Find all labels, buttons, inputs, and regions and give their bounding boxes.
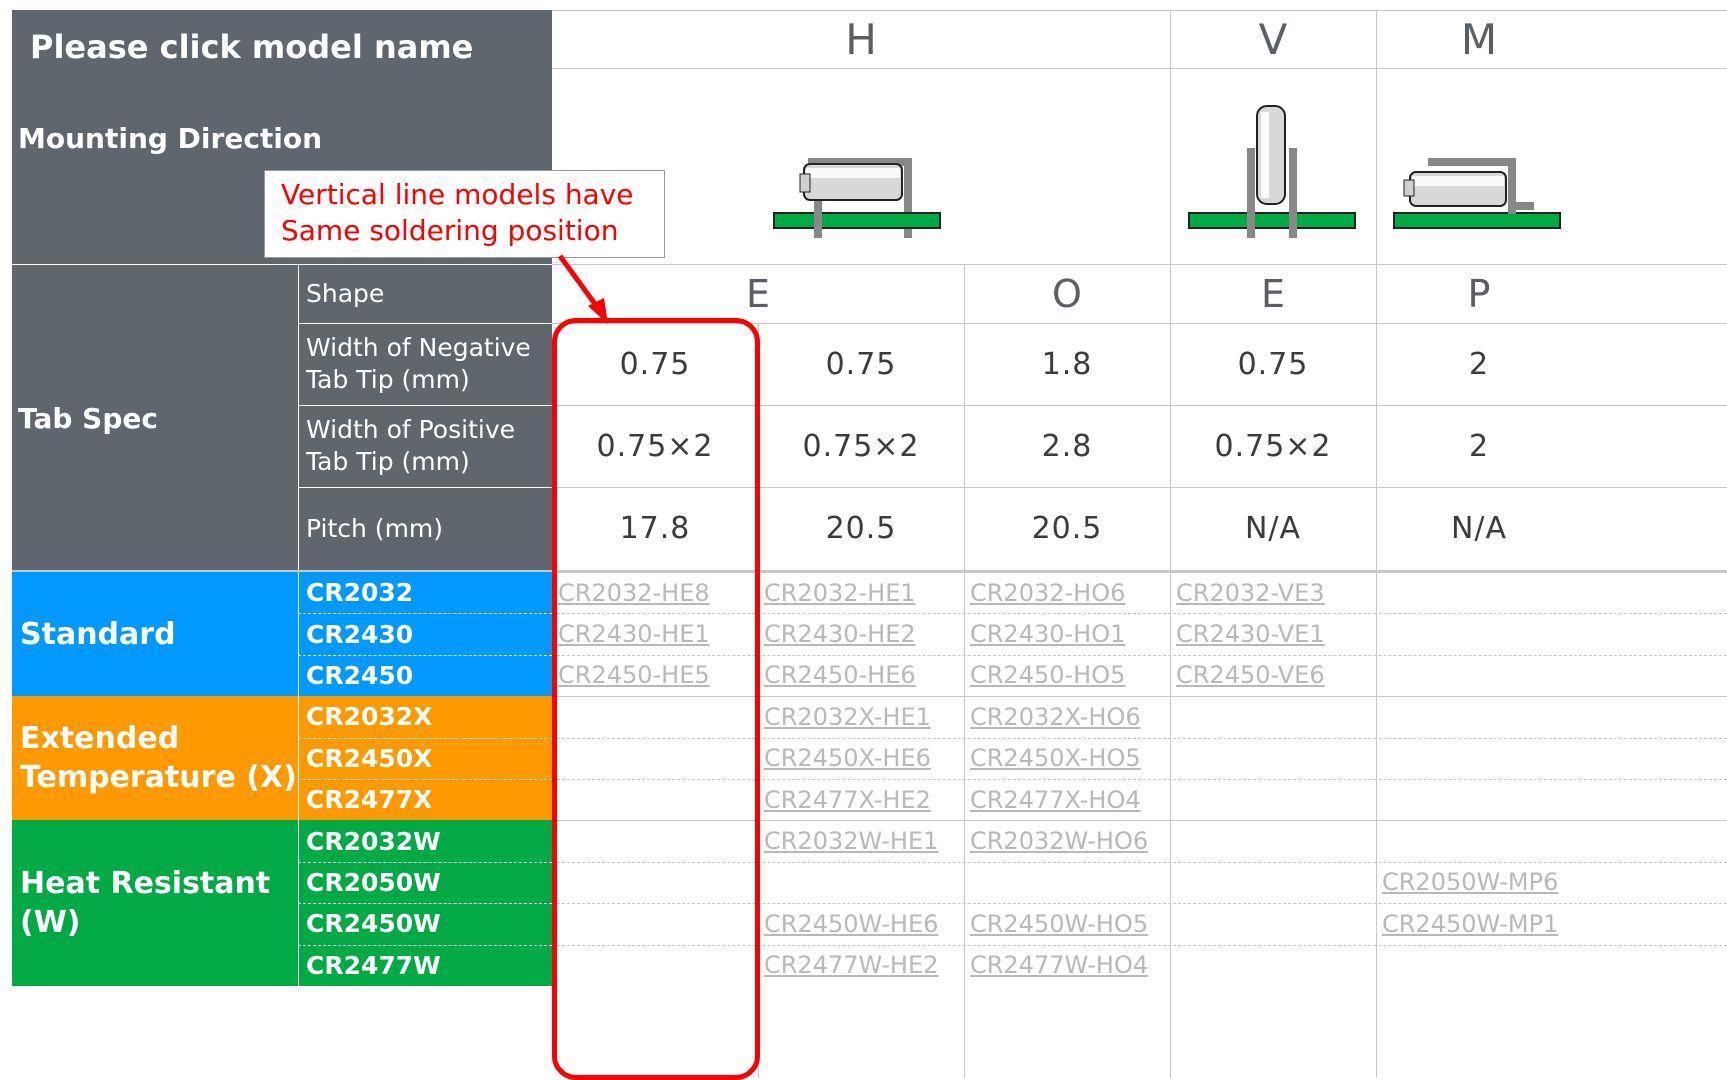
group-label: Extended Temperature (X) — [20, 721, 297, 796]
model-link[interactable]: CR2032X-HE1 — [760, 696, 962, 737]
model-link[interactable]: CR2032-HE1 — [760, 572, 962, 613]
model-link[interactable]: CR2430-VE1 — [1172, 613, 1374, 654]
model-link[interactable]: CR2450-VE6 — [1172, 655, 1374, 696]
pos-width-cell-1: 0.75×2 — [802, 428, 920, 464]
group-label: Heat Resistant (W) — [20, 866, 271, 941]
model-link[interactable]: CR2032X-HO6 — [966, 696, 1168, 737]
spec-label-neg-width: Width of Negative Tab Tip (mm) — [306, 333, 531, 394]
model-name: CR2050W — [306, 867, 441, 897]
group-label: Standard — [20, 616, 176, 652]
pos-width-cell-4: 2 — [1468, 428, 1490, 464]
pos-width-cell-3: 0.75×2 — [1214, 428, 1332, 464]
pitch-cell-3: N/A — [1244, 511, 1302, 546]
model-link[interactable]: CR2477W-HE2 — [760, 945, 962, 986]
spec-label-pitch: Pitch (mm) — [306, 513, 444, 543]
m-mount-icon — [1393, 158, 1561, 229]
model-name: CR2032W — [306, 826, 441, 856]
shape-cell-ve: E — [1260, 271, 1285, 316]
tab-spec-label: Tab Spec — [18, 402, 158, 435]
neg-width-cell-2: 1.8 — [1041, 346, 1093, 382]
model-name: CR2032X — [306, 702, 433, 732]
direction-header-v: V — [1258, 14, 1288, 64]
callout-text: Vertical line models have Same soldering… — [281, 178, 634, 247]
spec-label-shape: Shape — [306, 279, 385, 308]
model-link[interactable]: CR2450W-HE6 — [760, 903, 962, 944]
neg-width-cell-4: 2 — [1468, 346, 1490, 382]
model-name: CR2477W — [306, 950, 441, 980]
direction-header-m: M — [1460, 14, 1498, 64]
callout-box: Vertical line models have Same soldering… — [264, 170, 665, 258]
pitch-cell-4: N/A — [1450, 511, 1508, 546]
spec-label-pos-width: Width of Positive Tab Tip (mm) — [306, 415, 515, 476]
model-link[interactable]: CR2450X-HE6 — [760, 738, 962, 779]
model-link[interactable]: CR2450X-HO5 — [966, 738, 1168, 779]
mounting-direction-label: Mounting Direction — [18, 122, 323, 155]
battery-model-table: Please click model name Mounting Directi… — [0, 0, 1727, 1080]
model-link[interactable]: CR2032-VE3 — [1172, 572, 1374, 613]
neg-width-cell-1: 0.75 — [825, 346, 897, 382]
neg-width-cell-3: 0.75 — [1237, 346, 1309, 382]
model-link[interactable]: CR2450-HE6 — [760, 655, 962, 696]
highlight-column-box — [552, 318, 760, 1080]
model-link[interactable]: CR2477X-HE2 — [760, 779, 962, 820]
shape-cell-mp: P — [1467, 271, 1491, 316]
pos-width-cell-2: 2.8 — [1041, 428, 1093, 464]
model-name: CR2450X — [306, 743, 433, 773]
model-name: CR2032 — [306, 578, 414, 608]
model-link[interactable]: CR2032W-HO6 — [966, 820, 1168, 861]
model-name: CR2450W — [306, 909, 441, 939]
model-link[interactable]: CR2477W-HO4 — [966, 945, 1168, 986]
model-link[interactable]: CR2430-HO1 — [966, 613, 1168, 654]
model-link[interactable]: CR2050W-MP6 — [1378, 862, 1580, 903]
model-link[interactable]: CR2032W-HE1 — [760, 820, 962, 861]
model-link[interactable]: CR2477X-HO4 — [966, 779, 1168, 820]
pitch-cell-2: 20.5 — [1031, 511, 1103, 546]
model-name: CR2477X — [306, 785, 433, 815]
corner-title: Please click model name — [30, 28, 474, 66]
horizontal-mount-icon — [773, 158, 941, 238]
model-name: CR2430 — [306, 619, 414, 649]
model-link[interactable]: CR2450-HO5 — [966, 655, 1168, 696]
pitch-cell-1: 20.5 — [825, 511, 897, 546]
model-link[interactable]: CR2450W-MP1 — [1378, 903, 1580, 944]
model-link[interactable]: CR2430-HE2 — [760, 613, 962, 654]
vertical-mount-icon — [1188, 105, 1356, 238]
direction-header-h: H — [845, 14, 877, 64]
model-name: CR2450 — [306, 660, 414, 690]
model-link[interactable]: CR2032-HO6 — [966, 572, 1168, 613]
model-link[interactable]: CR2450W-HO5 — [966, 903, 1168, 944]
shape-cell-ho: O — [1052, 271, 1082, 316]
